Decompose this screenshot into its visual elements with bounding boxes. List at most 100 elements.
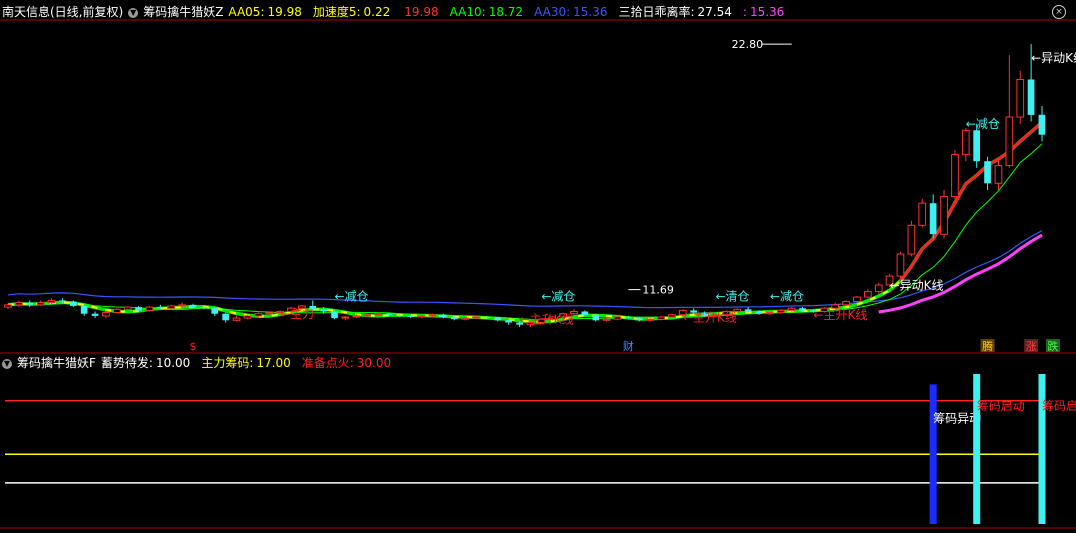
candle-up	[145, 306, 154, 311]
candle-down	[1038, 114, 1046, 135]
marker-label: $	[190, 340, 197, 353]
signal-bar-label: 筹码启动	[977, 399, 1025, 413]
candle-up	[102, 312, 110, 317]
candle-up	[961, 129, 970, 156]
header-value: 15.36	[573, 5, 608, 19]
signal-label: ←异动K线	[890, 278, 944, 292]
ma5-red-line	[899, 121, 1043, 282]
candle-down	[320, 309, 327, 312]
candle-up	[363, 314, 371, 317]
candle-up	[787, 307, 796, 311]
header-item: 加速度5: 0.22	[313, 5, 396, 19]
marker-label: 跌	[1047, 339, 1058, 353]
close-icon[interactable]: ×	[1052, 5, 1066, 19]
candle-down	[80, 306, 88, 314]
header-item: AA30: 15.36	[534, 5, 613, 19]
header-label: AA10:	[449, 5, 486, 19]
candle-up	[668, 314, 676, 318]
candle-down	[91, 313, 99, 316]
candle-up	[613, 316, 622, 320]
candle-down	[59, 300, 66, 302]
sub-header-value: 30.00	[356, 356, 392, 370]
sub-header: ▼ 筹码擒牛猎妖F 蓄势待发: 10.00 主力筹码: 17.00 准备点火: 30.00	[2, 355, 407, 371]
candle-up	[265, 312, 273, 315]
candle-up	[428, 314, 437, 317]
candle-up	[907, 224, 916, 255]
header-value: 0.22	[363, 5, 391, 19]
ma30-line	[7, 230, 1043, 309]
candle-up	[1016, 79, 1025, 118]
candle-down	[1027, 79, 1035, 115]
sub-indicator-title[interactable]: 筹码擒牛猎妖F	[17, 356, 96, 370]
chart-canvas: 22.80 11.69 ←减仓 ←主力 ←减仓 ←主升K线 ←清仓 ←减仓 ←主升K线 ←主升K线…	[0, 19, 1076, 529]
signal-label: ←主升K线	[683, 310, 737, 324]
candle-up	[874, 284, 883, 293]
indicator-title[interactable]: 筹码擒牛猎妖Z	[143, 5, 223, 19]
sub-header-item: 蓄势待发: 10.00	[101, 356, 196, 370]
candle-up	[232, 317, 241, 321]
candle-up	[766, 312, 774, 315]
candle-down	[635, 318, 643, 321]
candle-down	[625, 317, 632, 319]
candle-up	[374, 313, 382, 316]
header-value: 19.98	[404, 5, 439, 19]
candle-up	[918, 202, 927, 226]
candle-down	[744, 309, 752, 312]
header-item: AA10: 18.72	[450, 5, 529, 19]
indicator-menu-icon[interactable]: ▼	[128, 7, 139, 18]
candle-down	[222, 313, 229, 321]
sub-indicator-menu-icon[interactable]: ▼	[2, 358, 12, 369]
candle-up	[776, 309, 785, 314]
header-value: 15.36	[749, 5, 785, 19]
candle-up	[36, 302, 45, 306]
candle-down	[211, 308, 219, 314]
candle-up	[842, 301, 850, 306]
candle-down	[929, 203, 937, 235]
header-item: 19.98	[401, 5, 444, 19]
header-item: AA05: 19.98	[228, 5, 307, 19]
signal-label: ←减仓	[541, 289, 575, 303]
ma5-line	[7, 121, 1043, 323]
candle-down	[592, 314, 600, 321]
header-label: AA05:	[228, 5, 265, 19]
signal-label: ←减仓	[966, 117, 1000, 131]
candle-up	[15, 302, 23, 306]
header-label: AA30:	[534, 5, 571, 19]
signal-label: ←减仓	[770, 289, 804, 303]
chart-stage: 22.80 11.69 ←减仓 ←主力 ←减仓 ←主升K线 ←清仓 ←减仓 ←主升K线 ←主升K线…	[0, 0, 1076, 530]
candle-down	[483, 317, 491, 319]
candle-down	[494, 318, 502, 321]
candle-down	[440, 314, 447, 317]
sub-header-label: 准备点火:	[301, 356, 354, 370]
candle-down	[189, 304, 197, 308]
low-price-label: 11.69	[642, 284, 674, 297]
signal-bar	[973, 374, 981, 524]
candle-down	[200, 307, 208, 309]
candle-down	[581, 311, 589, 315]
candle-up	[461, 317, 469, 320]
candle-down	[799, 308, 806, 311]
candle-up	[123, 306, 132, 310]
candle-up	[341, 316, 350, 319]
marker-label: 财	[623, 339, 634, 353]
header-item: :15.36	[743, 5, 790, 19]
sub-header-item: 准备点火: 30.00	[302, 356, 397, 370]
sub-header-value: 17.00	[256, 356, 291, 370]
candle-down	[331, 311, 338, 319]
candle-up	[940, 196, 948, 235]
candle-up	[254, 313, 263, 317]
candle-up	[646, 318, 654, 321]
candle-up	[657, 316, 665, 320]
candle-up	[994, 165, 1003, 184]
candle-down	[505, 320, 512, 323]
candle-up	[417, 315, 426, 318]
candle-up	[47, 299, 56, 304]
candle-down	[407, 315, 414, 317]
header-label: 加速度5:	[312, 5, 361, 19]
candle-down	[26, 302, 34, 305]
stock-title[interactable]: 南天信息(日线,前复权)	[2, 5, 123, 19]
candle-down	[135, 307, 142, 311]
header-value: 18.72	[488, 5, 524, 19]
header-value: 27.54	[697, 5, 732, 19]
sub-header-label: 蓄势待发:	[100, 356, 153, 370]
